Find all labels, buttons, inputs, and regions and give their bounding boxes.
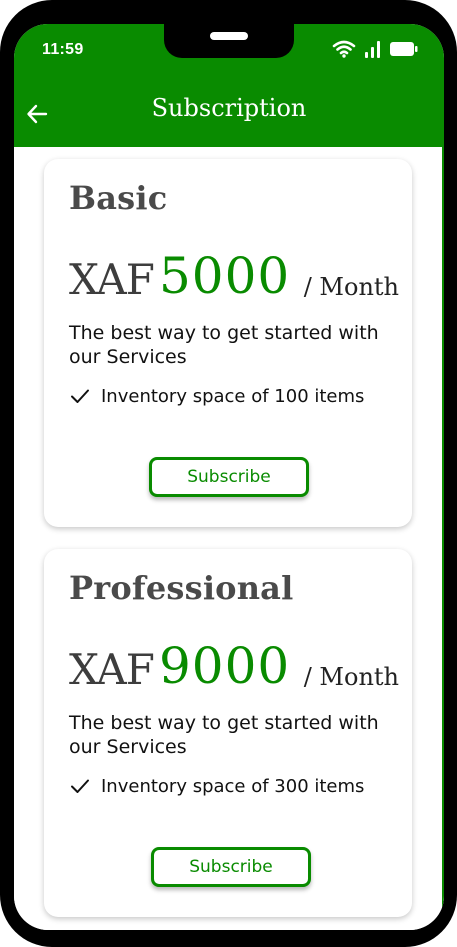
- plan-feature-text: Inventory space of 300 items: [101, 775, 365, 797]
- check-icon: [71, 779, 89, 793]
- subscribe-button-basic[interactable]: Subscribe: [149, 457, 309, 497]
- plan-card-professional: Professional XAF 9000 / Month The best w…: [44, 549, 412, 917]
- phone-screen: 11:59 Subscription Basic XAF 5000 / Mont…: [14, 24, 444, 930]
- check-icon: [71, 389, 89, 403]
- app-bar: 11:59 Subscription: [14, 24, 444, 147]
- price-amount: 5000: [159, 247, 291, 305]
- plan-feature: Inventory space of 300 items: [69, 775, 364, 797]
- speaker-pill: [210, 32, 248, 40]
- plan-card-basic: Basic XAF 5000 / Month The best way to g…: [44, 159, 412, 527]
- page-title: Subscription: [151, 94, 307, 122]
- price-currency: XAF: [69, 645, 155, 694]
- subscribe-button-professional[interactable]: Subscribe: [151, 847, 311, 887]
- signal-icon: [365, 41, 380, 58]
- plan-description: The best way to get started with our Ser…: [69, 322, 379, 368]
- plan-feature: Inventory space of 100 items: [69, 385, 364, 407]
- phone-frame: 11:59 Subscription Basic XAF 5000 / Mont…: [0, 0, 457, 947]
- price-period: / Month: [303, 663, 399, 691]
- plan-name: Professional: [69, 569, 294, 607]
- plan-feature-text: Inventory space of 100 items: [101, 385, 365, 407]
- plan-description: The best way to get started with our Ser…: [69, 712, 379, 758]
- price-currency: XAF: [69, 255, 155, 304]
- price-row: XAF 5000 / Month: [69, 247, 399, 311]
- status-time: 11:59: [42, 41, 84, 58]
- plan-name: Basic: [69, 179, 168, 217]
- price-amount: 9000: [159, 637, 291, 695]
- battery-icon: [390, 42, 418, 56]
- price-row: XAF 9000 / Month: [69, 637, 399, 701]
- price-period: / Month: [303, 273, 399, 301]
- camera-notch: [164, 24, 294, 58]
- wifi-icon: [332, 40, 356, 58]
- plans-list: Basic XAF 5000 / Month The best way to g…: [14, 147, 444, 930]
- status-icons: [332, 40, 418, 58]
